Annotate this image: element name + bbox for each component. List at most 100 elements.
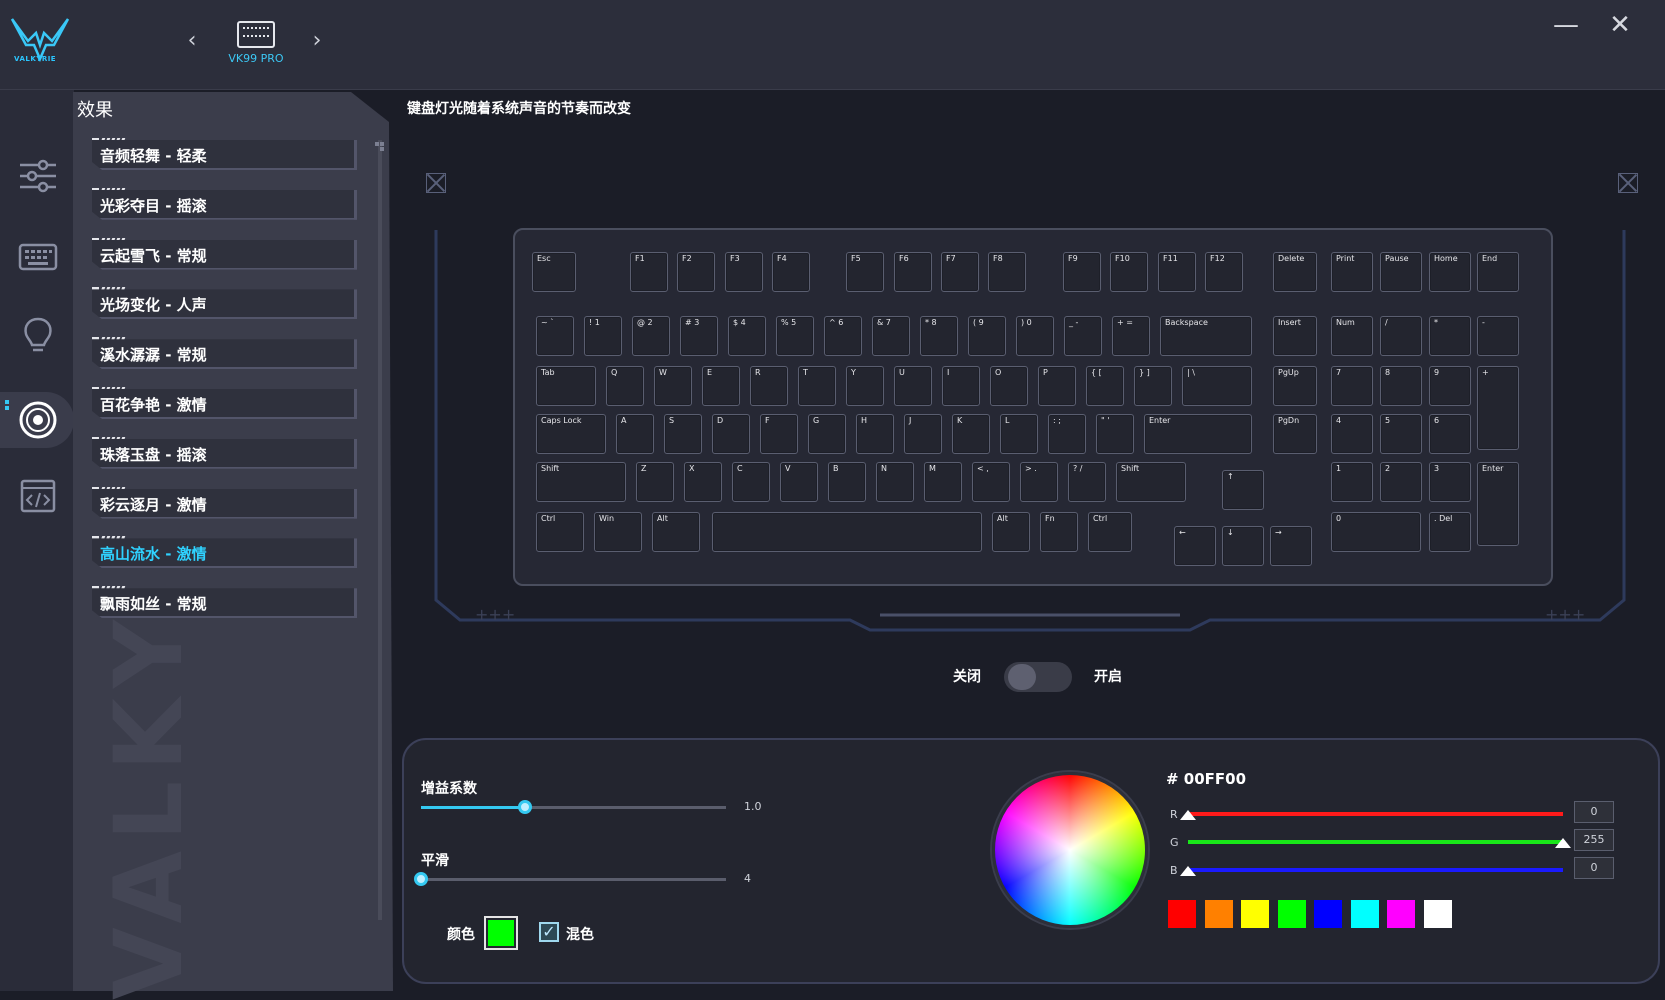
key[interactable]: Pause xyxy=(1380,252,1422,292)
key[interactable]: Delete xyxy=(1273,252,1317,292)
gain-slider-thumb[interactable] xyxy=(517,800,532,814)
key[interactable]: F8 xyxy=(988,252,1026,292)
key[interactable]: X xyxy=(684,462,722,502)
key[interactable]: Y xyxy=(846,366,884,406)
key[interactable]: ? / xyxy=(1068,462,1106,502)
key[interactable]: @ 2 xyxy=(632,316,670,356)
key[interactable]: ^ 6 xyxy=(824,316,862,356)
key[interactable]: E xyxy=(702,366,740,406)
key[interactable]: F4 xyxy=(772,252,810,292)
red-slider-thumb[interactable] xyxy=(1180,810,1196,820)
key[interactable]: _ - xyxy=(1064,316,1102,356)
key[interactable]: / xyxy=(1380,316,1422,356)
device-name[interactable]: VK99 PRO xyxy=(210,52,302,65)
key[interactable]: ~ ` xyxy=(536,316,574,356)
key[interactable]: End xyxy=(1477,252,1519,292)
red-slider-track[interactable] xyxy=(1188,812,1563,816)
smooth-slider-track[interactable] xyxy=(421,878,726,881)
blue-slider-thumb[interactable] xyxy=(1180,866,1196,876)
key[interactable]: M xyxy=(924,462,962,502)
key[interactable]: 7 xyxy=(1331,366,1373,406)
key[interactable]: ! 1 xyxy=(584,316,622,356)
effect-item[interactable]: 云起雪飞 - 常规 xyxy=(92,230,357,270)
key[interactable]: J xyxy=(904,414,942,454)
key[interactable]: F12 xyxy=(1205,252,1243,292)
key[interactable]: A xyxy=(616,414,654,454)
key[interactable]: Alt xyxy=(992,512,1030,552)
preset-color-swatch[interactable] xyxy=(1241,900,1269,928)
key[interactable]: ↑ xyxy=(1222,470,1264,510)
key[interactable]: Alt xyxy=(652,512,700,552)
keyboard-icon[interactable] xyxy=(18,237,58,277)
key[interactable]: B xyxy=(828,462,866,502)
key[interactable]: ) 0 xyxy=(1016,316,1054,356)
key[interactable]: 3 xyxy=(1429,462,1471,502)
key[interactable]: Shift xyxy=(536,462,626,502)
key[interactable]: Caps Lock xyxy=(536,414,606,454)
key[interactable]: F3 xyxy=(725,252,763,292)
toggle-knob[interactable] xyxy=(1008,664,1036,690)
key[interactable]: V xyxy=(780,462,818,502)
key[interactable]: Fn xyxy=(1040,512,1078,552)
key[interactable]: { [ xyxy=(1086,366,1124,406)
effect-item[interactable]: 高山流水 - 激情 xyxy=(92,528,357,568)
preset-color-swatch[interactable] xyxy=(1423,900,1452,928)
key[interactable]: F5 xyxy=(846,252,884,292)
key[interactable]: D xyxy=(712,414,750,454)
key[interactable]: F1 xyxy=(630,252,668,292)
key[interactable]: * 8 xyxy=(920,316,958,356)
key[interactable]: < , xyxy=(972,462,1010,502)
preset-color-swatch[interactable] xyxy=(1277,900,1306,928)
key[interactable]: Enter xyxy=(1144,414,1252,454)
blue-value-input[interactable]: 0 xyxy=(1574,857,1614,879)
effect-item[interactable]: 珠落玉盘 - 摇滚 xyxy=(92,429,357,469)
key[interactable]: 2 xyxy=(1380,462,1422,502)
preset-color-swatch[interactable] xyxy=(1350,900,1379,928)
scroll-thumb[interactable] xyxy=(375,142,385,152)
key[interactable]: & 7 xyxy=(872,316,910,356)
key[interactable]: $ 4 xyxy=(728,316,766,356)
key[interactable]: → xyxy=(1270,526,1312,566)
key[interactable]: Q xyxy=(606,366,644,406)
key[interactable]: H xyxy=(856,414,894,454)
key[interactable]: C xyxy=(732,462,770,502)
key[interactable]: . Del xyxy=(1429,512,1471,552)
key[interactable]: F11 xyxy=(1158,252,1196,292)
color-wheel[interactable] xyxy=(992,772,1148,928)
key[interactable]: Ctrl xyxy=(536,512,584,552)
key[interactable]: T xyxy=(798,366,836,406)
red-value-input[interactable]: 0 xyxy=(1574,801,1614,823)
key[interactable]: Tab xyxy=(536,366,596,406)
key[interactable]: O xyxy=(990,366,1028,406)
key[interactable]: 9 xyxy=(1429,366,1471,406)
key[interactable]: * xyxy=(1429,316,1471,356)
effect-item[interactable]: 飘雨如丝 - 常规 xyxy=(92,578,357,618)
key[interactable]: # 3 xyxy=(680,316,718,356)
key[interactable]: F10 xyxy=(1110,252,1148,292)
key[interactable]: PgDn xyxy=(1273,414,1317,454)
disc-icon[interactable] xyxy=(18,400,58,440)
mix-color-checkbox[interactable]: ✓ xyxy=(539,922,559,942)
key[interactable]: R xyxy=(750,366,788,406)
key[interactable]: L xyxy=(1000,414,1038,454)
smooth-slider-thumb[interactable] xyxy=(414,872,428,886)
green-value-input[interactable]: 255 xyxy=(1574,829,1614,851)
key[interactable]: Enter xyxy=(1477,462,1519,546)
color-swatch[interactable] xyxy=(484,916,518,950)
key[interactable]: Ctrl xyxy=(1088,512,1132,552)
key[interactable]: P xyxy=(1038,366,1076,406)
green-slider-thumb[interactable] xyxy=(1555,838,1571,848)
key[interactable]: F2 xyxy=(677,252,715,292)
key[interactable]: 1 xyxy=(1331,462,1373,502)
key[interactable]: Backspace xyxy=(1160,316,1252,356)
key[interactable]: I xyxy=(942,366,980,406)
key[interactable]: K xyxy=(952,414,990,454)
key[interactable]: + = xyxy=(1112,316,1150,356)
hex-color-value[interactable]: # 00FF00 xyxy=(1166,770,1246,788)
previous-device-button[interactable]: ‹ xyxy=(182,28,202,53)
key[interactable]: Shift xyxy=(1116,462,1186,502)
key[interactable]: ← xyxy=(1174,526,1216,566)
key[interactable]: 0 xyxy=(1331,512,1421,552)
effect-item[interactable]: 百花争艳 - 激情 xyxy=(92,379,357,419)
keyboard-device-icon[interactable] xyxy=(237,21,275,48)
